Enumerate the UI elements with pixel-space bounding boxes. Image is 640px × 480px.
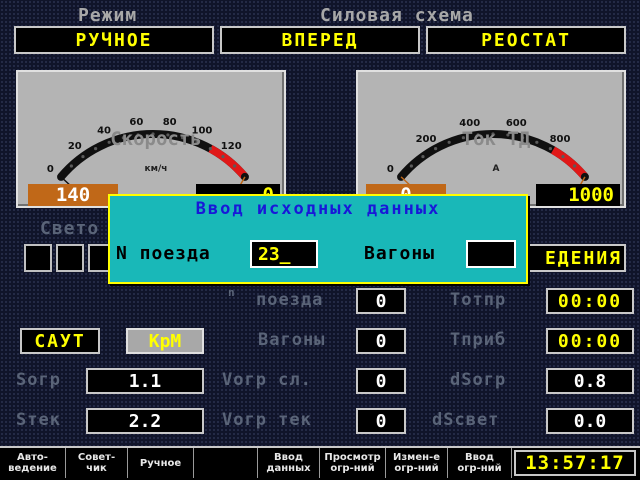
departure-time-label: Тотпр: [450, 290, 507, 310]
fkey-auto-driving[interactable]: Авто- ведение: [0, 448, 66, 478]
current-scale-dot: [409, 164, 413, 168]
signals-label: Свето: [40, 218, 100, 239]
fkey-view-limits[interactable]: Просмотр огр-ний: [320, 448, 386, 478]
speed-scale-dot: [81, 154, 85, 159]
stek-label: Sтек: [16, 410, 61, 430]
fkey-enter-limits[interactable]: Ввод огр-ний: [448, 448, 512, 478]
current-gauge-unit: А: [492, 164, 500, 174]
power-scheme-label: Силовая схема: [320, 5, 474, 26]
arrival-time-value: 00:00: [546, 328, 634, 354]
direction-value: ВПЕРЕД: [220, 26, 420, 54]
speed-gauge-unit: км/ч: [144, 164, 168, 174]
speed-scale-dot: [221, 154, 225, 159]
cars-value: 0: [356, 328, 406, 354]
speed-tick-label: 80: [163, 117, 177, 128]
speed-scale-dot: [69, 164, 73, 168]
clock: 13:57:17: [514, 450, 636, 476]
train-number-label: поезда: [256, 290, 324, 310]
speed-tick-label: 0: [47, 164, 54, 175]
dsvet-label: dSсвет: [432, 410, 500, 430]
speed-gauge-title: Скорость: [110, 128, 202, 150]
next-speed-limit-value: 0: [356, 368, 406, 394]
mode-value: РУЧНОЕ: [14, 26, 214, 54]
current-tick-label: 0: [387, 164, 394, 175]
mode-label: Режим: [78, 5, 138, 26]
next-speed-limit-label: Vогр сл.: [222, 370, 312, 390]
departure-time-value: 00:00: [546, 288, 634, 314]
fkey-advisor[interactable]: Совет- чик: [66, 448, 128, 478]
train-number-input-label: N поезда: [116, 243, 211, 264]
fkey-enter-data[interactable]: Ввод данных: [258, 448, 320, 478]
dialog-title: Ввод исходных данных: [195, 199, 441, 219]
stek-value: 2.2: [86, 408, 204, 434]
krm-button[interactable]: КрМ: [126, 328, 204, 354]
fkey-manual[interactable]: Ручное: [128, 448, 194, 478]
current-max-readout: 1000: [536, 184, 620, 206]
fkey-change-limits[interactable]: Измен-е огр-ний: [386, 448, 448, 478]
current-speed-limit-value: 0: [356, 408, 406, 434]
fkey-empty[interactable]: [194, 448, 258, 478]
speed-end-marker: [240, 172, 249, 181]
current-scale-dot: [421, 154, 425, 159]
current-scale-dot: [573, 164, 577, 168]
current-scale-dot: [561, 154, 565, 159]
cars-input[interactable]: [466, 240, 516, 268]
cars-input-label: Вагоны: [364, 243, 436, 264]
n-label: n: [228, 286, 236, 299]
dsogr-value: 0.8: [546, 368, 634, 394]
current-end-marker: [580, 172, 589, 181]
current-speed-limit-label: Vогр тек: [222, 410, 312, 430]
current-gauge-title: Ток ТД: [461, 128, 531, 150]
speed-max-readout: 140: [28, 184, 118, 206]
speed-gauge: 020406080100120 Скорость км/ч 140 0: [16, 70, 286, 208]
speed-scale-dot: [233, 164, 237, 168]
cars-label: Вагоны: [258, 330, 326, 350]
speed-tick-label: 20: [68, 141, 82, 152]
guidance-mode-indicator: ЕДЕНИЯ: [520, 244, 626, 272]
train-number-value: 0: [356, 288, 406, 314]
dsogr-label: dSогр: [450, 370, 507, 390]
speed-red-zone: [208, 145, 248, 180]
dsvet-value: 0.0: [546, 408, 634, 434]
sogr-value: 1.1: [86, 368, 204, 394]
current-gauge: 0200400600800 Ток ТД А 0 1000: [356, 70, 626, 208]
sogr-label: Sогр: [16, 370, 61, 390]
power-scheme-value: РЕОСТАТ: [426, 26, 626, 54]
train-number-input[interactable]: 23_: [250, 240, 318, 268]
speed-tick-label: 60: [129, 117, 143, 128]
signal-lamp-1: [24, 244, 52, 272]
input-data-dialog: Ввод исходных данных N поезда 23_ Вагоны: [108, 194, 528, 284]
current-red-zone: [550, 146, 588, 180]
saut-button[interactable]: САУТ: [20, 328, 100, 354]
arrival-time-label: Тприб: [450, 330, 507, 350]
signal-lamp-2: [56, 244, 84, 272]
